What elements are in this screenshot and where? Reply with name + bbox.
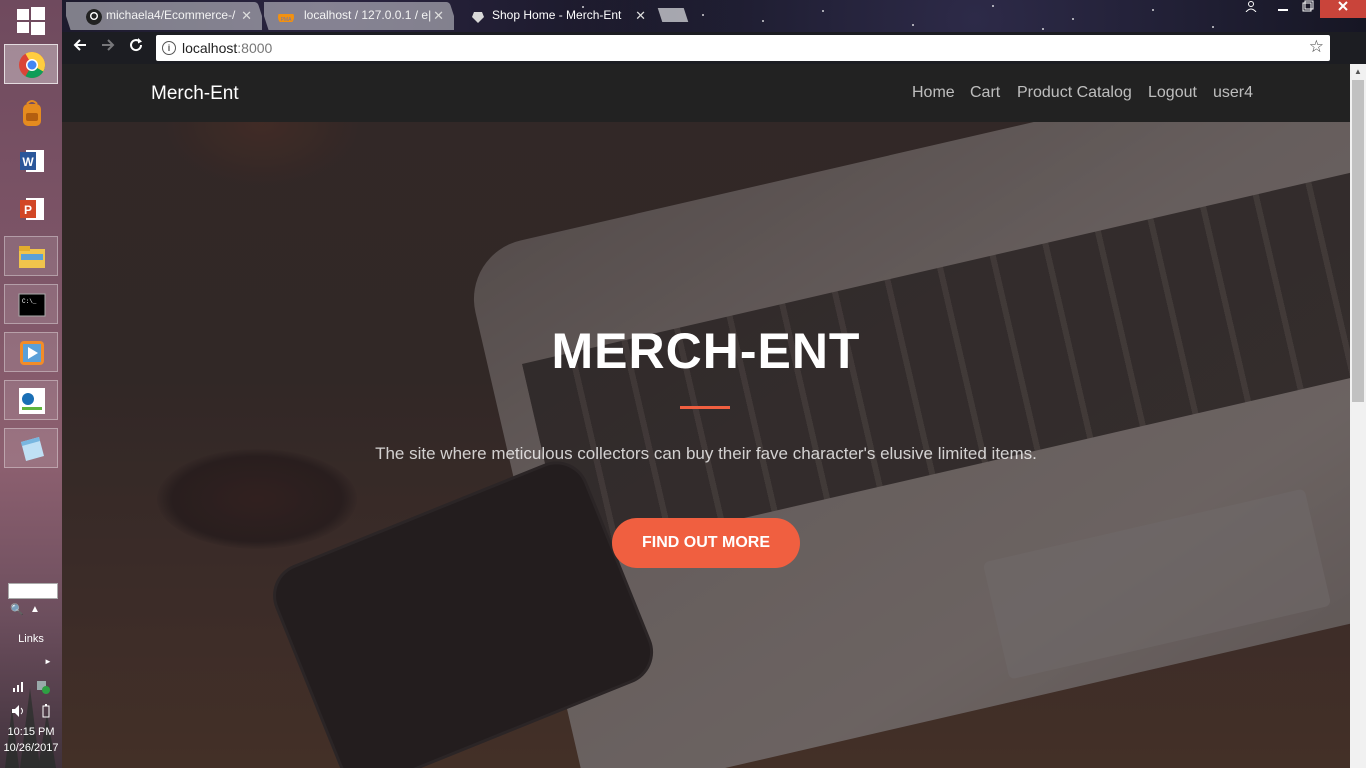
network-icon[interactable] [12,680,26,695]
hero-background [62,64,1350,768]
clock-date[interactable]: 10/26/2017 [0,742,62,754]
taskbar-globe-broadband[interactable] [4,380,58,420]
backpack-icon [23,100,41,126]
taskbar-notepad[interactable] [4,428,58,468]
new-tab-button[interactable] [657,8,689,22]
github-icon [86,9,102,25]
find-out-more-button[interactable]: FIND OUT MORE [612,518,800,568]
url-port: :8000 [237,40,273,56]
tab-close-icon[interactable]: ✕ [433,8,444,24]
svg-text:P: P [24,203,32,217]
taskbar-file-explorer[interactable] [4,236,58,276]
nav-logout[interactable]: Logout [1148,84,1197,102]
taskbar-backpack[interactable] [4,92,58,132]
svg-text:C:\_: C:\_ [22,298,37,305]
bookmark-star-icon[interactable]: ☆ [1309,37,1324,57]
nav-cart[interactable]: Cart [970,84,1000,102]
minimize-icon[interactable] [1270,0,1296,18]
forward-arrow-icon [102,39,115,51]
hero-subtitle: The site where meticulous collectors can… [375,444,1037,463]
links-expand-icon[interactable]: ► [44,657,52,666]
hero-divider [680,406,730,409]
taskbar-powerpoint[interactable]: P [4,188,58,228]
phpmyadmin-icon: PMA [278,14,294,23]
taskbar-command-prompt[interactable]: C:\_ [4,284,58,324]
word-icon: W [20,150,44,172]
site-brand[interactable]: Merch-Ent [151,83,239,105]
chrome-icon [19,52,46,79]
page-viewport: Merch-Ent Home Cart Product Catalog Logo… [62,64,1350,768]
scrollbar-thumb[interactable] [1352,80,1364,402]
links-toolbar-label[interactable]: Links [0,633,62,645]
tab-shop-home[interactable]: Shop Home - Merch-Ent ✕ [456,2,656,30]
battery-icon[interactable] [42,704,50,721]
tab-phpmyadmin[interactable]: PMA localhost / 127.0.0.1 / e| ✕ [264,2,454,30]
back-arrow-icon [73,39,86,51]
volume-icon[interactable] [11,704,27,721]
tab-label: michaela4/Ecommerce-/ [106,8,236,22]
profile-icon[interactable] [1238,0,1264,18]
nav-product-catalog[interactable]: Product Catalog [1017,84,1132,102]
taskbar-chrome[interactable] [4,44,58,84]
back-button[interactable] [68,37,92,59]
media-player-icon [20,341,44,365]
shop-icon [472,12,484,23]
site-info-icon[interactable]: i [162,41,176,55]
address-bar[interactable]: i localhost:8000 ☆ [156,35,1330,61]
security-check-icon[interactable] [36,680,50,697]
powerpoint-icon: P [20,198,44,220]
url-text[interactable]: localhost:8000 [182,40,272,56]
taskbar-word[interactable]: W [4,140,58,180]
clock-time[interactable]: 10:15 PM [0,726,62,738]
search-icon[interactable]: 🔍 [10,603,24,616]
close-window-icon[interactable] [1320,0,1366,18]
browser-tab-strip: michaela4/Ecommerce-/ ✕ PMA localhost / … [62,0,1366,32]
svg-text:PMA: PMA [281,17,293,23]
tray-up-arrow-icon[interactable]: ▲ [30,604,40,615]
site-navbar: Merch-Ent Home Cart Product Catalog Logo… [62,64,1350,122]
hero-overlay [62,64,1350,768]
scroll-up-icon[interactable]: ▲ [1350,64,1366,80]
hero-title: MERCH-ENT [551,323,861,379]
command-prompt-icon: C:\_ [18,293,46,317]
tab-label: Shop Home - Merch-Ent [492,8,622,22]
taskbar-media-player[interactable] [4,332,58,372]
taskbar: W P C:\_ 🔍 ▲ Links ► 10:15 PM 10/26/2017 [0,0,62,768]
reload-icon [130,38,143,52]
svg-text:W: W [22,155,34,169]
file-explorer-icon [19,246,45,268]
address-toolbar-input[interactable] [8,583,58,599]
nav-user[interactable]: user4 [1213,84,1253,102]
restore-icon[interactable] [1295,0,1321,18]
notepad-icon [21,437,44,461]
start-button[interactable] [17,7,45,35]
url-host: localhost [182,40,238,56]
reload-button[interactable] [124,37,148,59]
forward-button[interactable] [96,37,120,59]
tab-label: localhost / 127.0.0.1 / e| [304,8,432,22]
tab-close-icon[interactable]: ✕ [635,8,646,24]
nav-home[interactable]: Home [912,84,955,102]
browser-toolbar: i localhost:8000 ☆ [62,32,1366,64]
globe-broadband-icon [19,388,45,414]
tab-close-icon[interactable]: ✕ [241,8,252,24]
tab-github[interactable]: michaela4/Ecommerce-/ ✕ [66,2,262,30]
